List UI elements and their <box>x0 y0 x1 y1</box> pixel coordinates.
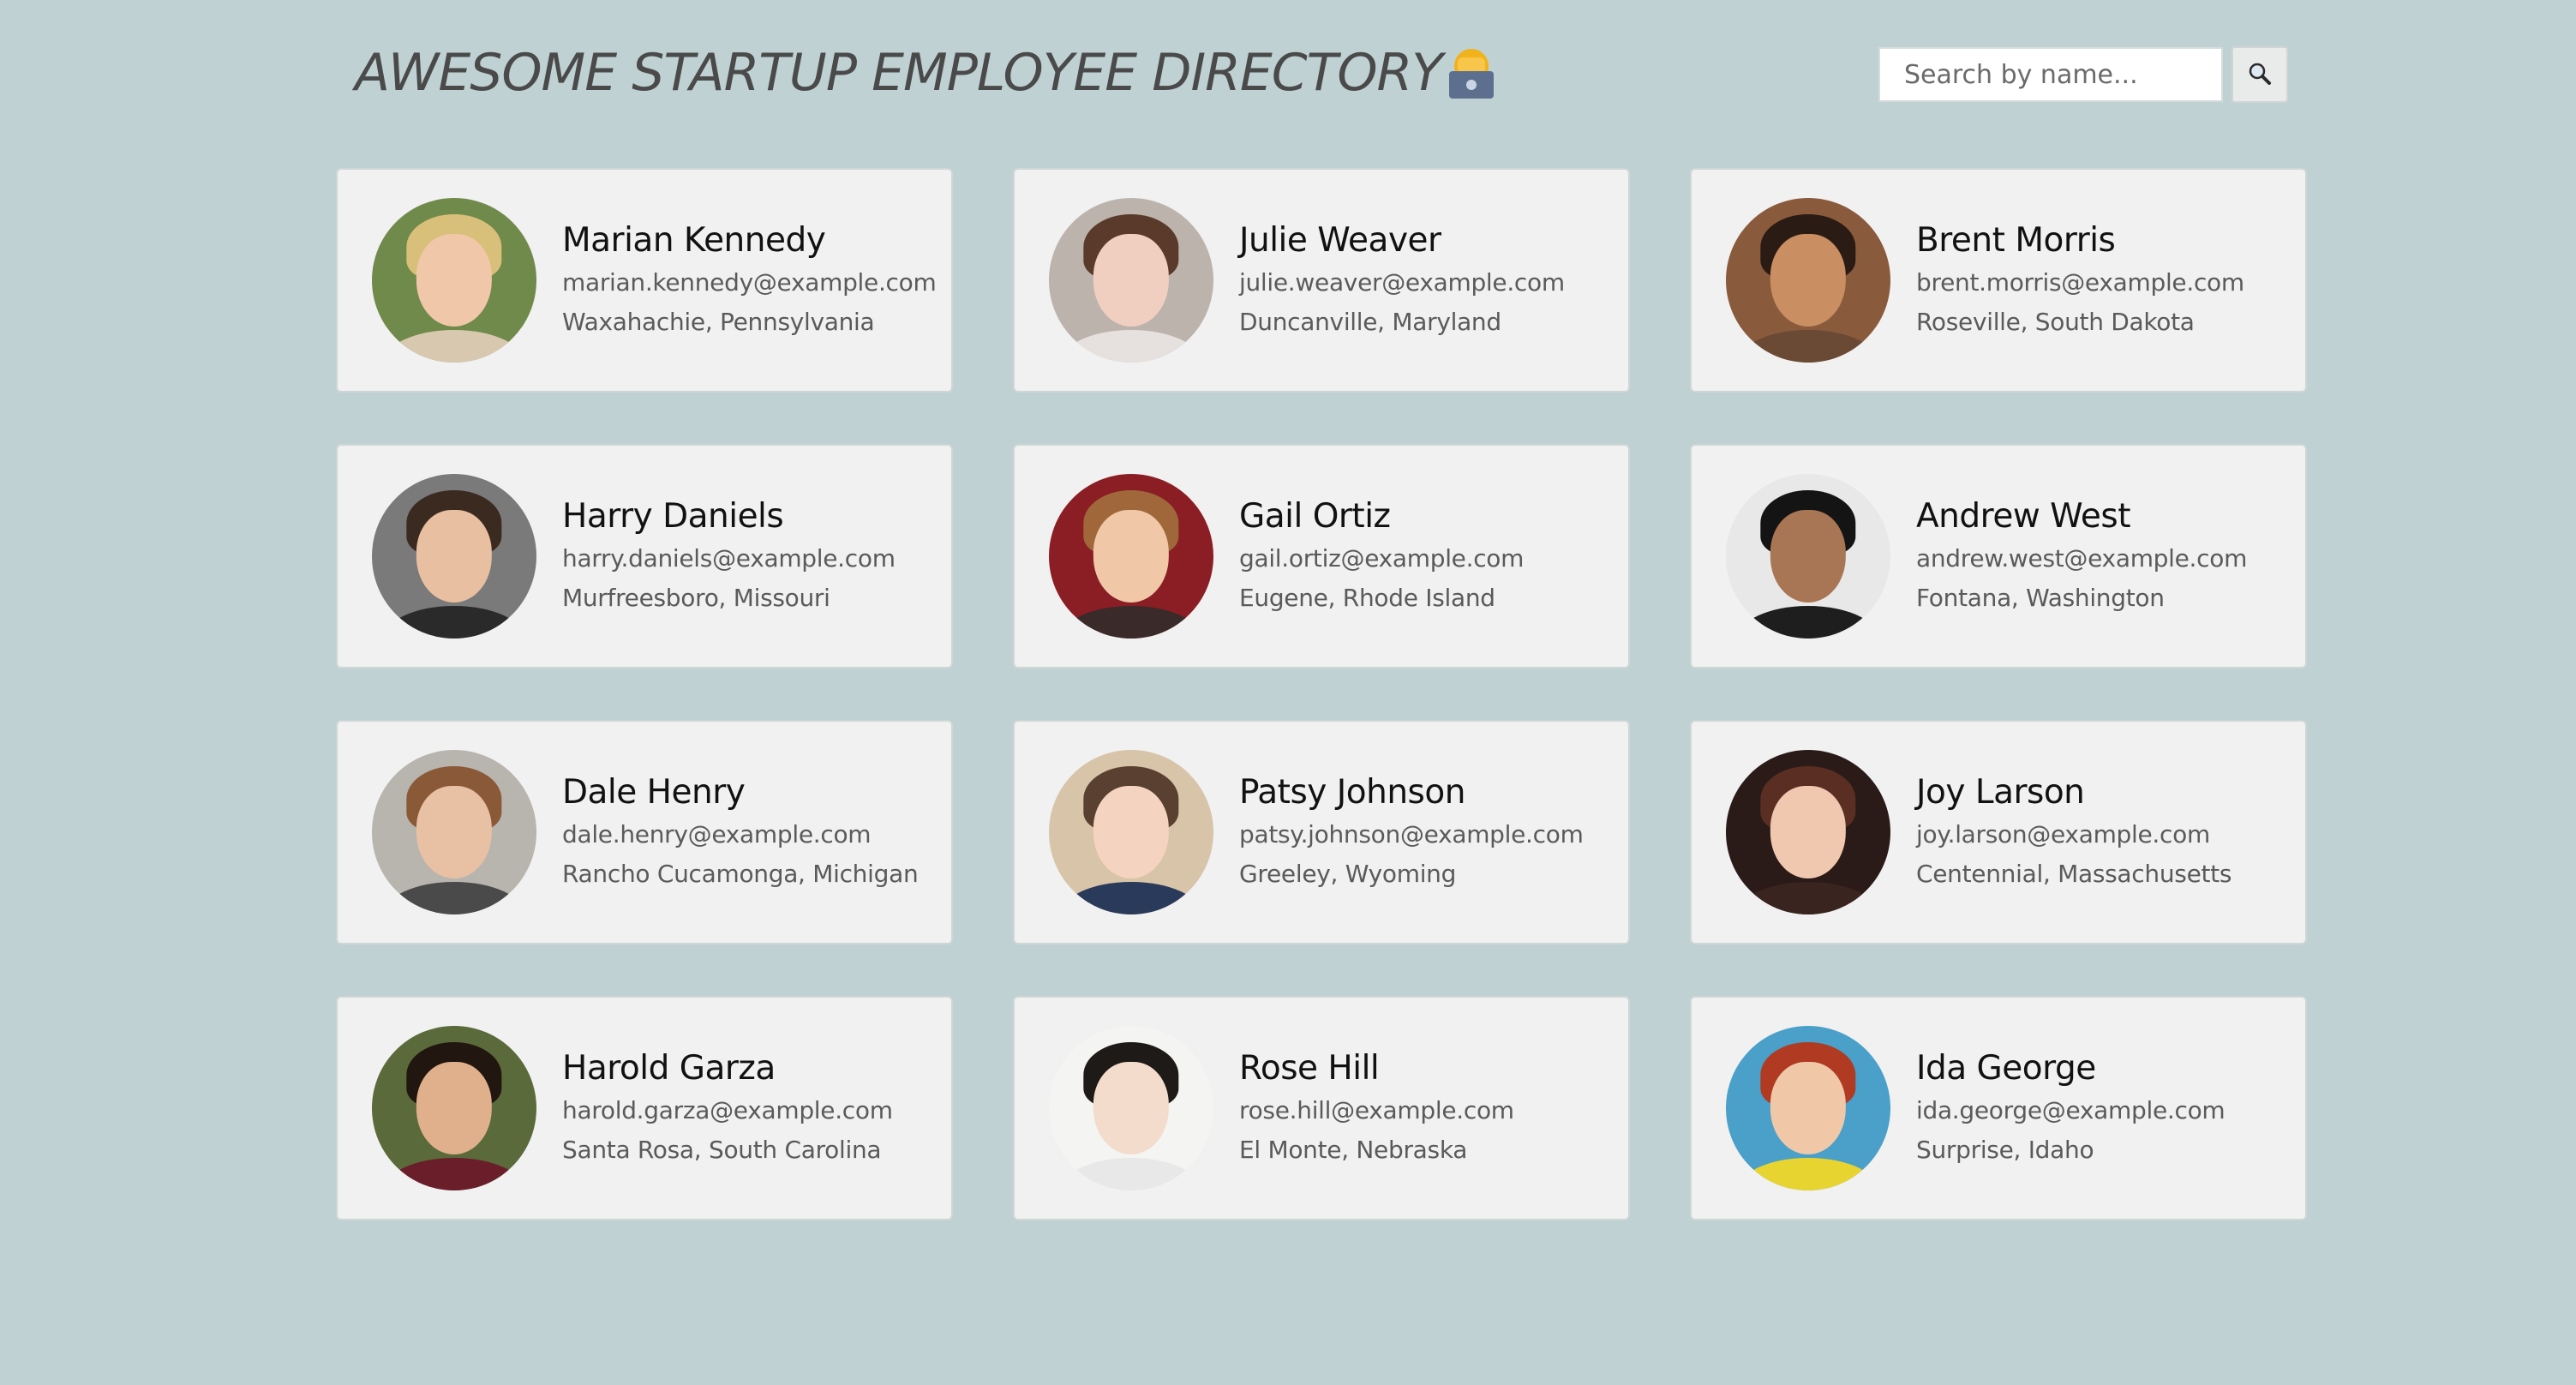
avatar <box>1726 474 1890 639</box>
employee-name: Rose Hill <box>1239 1049 1380 1088</box>
avatar <box>1726 198 1890 363</box>
employee-card[interactable]: Harold Garza harold.garza@example.com Sant… <box>336 996 953 1220</box>
employee-gallery: Marian Kennedy marian.kennedy@example.com… <box>336 168 2307 1220</box>
employee-card[interactable]: Gail Ortiz gail.ortiz@example.com Eugene, … <box>1013 444 1630 669</box>
avatar <box>1049 750 1213 914</box>
avatar <box>1049 474 1213 639</box>
header: AWESOME STARTUP EMPLOYEE DIRECTORY <box>0 0 2576 154</box>
employee-card[interactable]: Patsy Johnson patsy.johnson@example.com Gr… <box>1013 720 1630 944</box>
employee-name: Joy Larson <box>1916 773 2085 812</box>
employee-location: Waxahachie, Pennsylvania <box>562 308 875 336</box>
employee-email: julie.weaver@example.com <box>1239 268 1565 297</box>
search-input[interactable] <box>1878 47 2223 102</box>
avatar <box>1726 750 1890 914</box>
employee-location: Rancho Cucamonga, Michigan <box>562 860 919 888</box>
employee-location: El Monte, Nebraska <box>1239 1136 1468 1164</box>
card-info: Patsy Johnson patsy.johnson@example.com Gr… <box>1239 770 1584 894</box>
card-info: Julie Weaver julie.weaver@example.com Dunc… <box>1239 219 1565 342</box>
employee-name: Harry Daniels <box>562 497 784 536</box>
avatar <box>372 474 536 639</box>
card-info: Harry Daniels harry.daniels@example.com Mu… <box>562 495 896 618</box>
employee-location: Surprise, Idaho <box>1916 1136 2094 1164</box>
search-button[interactable] <box>2232 46 2288 103</box>
avatar <box>1049 1026 1213 1190</box>
card-info: Brent Morris brent.morris@example.com Rose… <box>1916 219 2244 342</box>
employee-location: Centennial, Massachusetts <box>1916 860 2232 888</box>
employee-card[interactable]: Rose Hill rose.hill@example.com El Monte, … <box>1013 996 1630 1220</box>
employee-email: ida.george@example.com <box>1916 1096 2226 1124</box>
card-info: Joy Larson joy.larson@example.com Centenni… <box>1916 770 2232 894</box>
employee-email: gail.ortiz@example.com <box>1239 544 1525 573</box>
employee-card[interactable]: Harry Daniels harry.daniels@example.com Mu… <box>336 444 953 669</box>
employee-name: Andrew West <box>1916 497 2131 536</box>
employee-location: Greeley, Wyoming <box>1239 860 1457 888</box>
employee-card[interactable]: Ida George ida.george@example.com Surprise… <box>1690 996 2307 1220</box>
employee-name: Julie Weaver <box>1239 221 1441 260</box>
employee-email: joy.larson@example.com <box>1916 820 2210 848</box>
technologist-emoji-icon <box>1446 45 1497 100</box>
card-info: Ida George ida.george@example.com Surprise… <box>1916 1046 2226 1170</box>
employee-email: harry.daniels@example.com <box>562 544 896 573</box>
employee-name: Harold Garza <box>562 1049 776 1088</box>
employee-location: Duncanville, Maryland <box>1239 308 1501 336</box>
card-info: Marian Kennedy marian.kennedy@example.com… <box>562 219 937 342</box>
employee-location: Murfreesboro, Missouri <box>562 584 830 612</box>
avatar <box>372 198 536 363</box>
employee-email: rose.hill@example.com <box>1239 1096 1514 1124</box>
employee-name: Marian Kennedy <box>562 221 826 260</box>
page-title: AWESOME STARTUP EMPLOYEE DIRECTORY <box>355 43 1497 103</box>
employee-card[interactable]: Brent Morris brent.morris@example.com Rose… <box>1690 168 2307 393</box>
employee-email: brent.morris@example.com <box>1916 268 2244 297</box>
employee-card[interactable]: Dale Henry dale.henry@example.com Rancho C… <box>336 720 953 944</box>
magnifier-icon <box>2246 60 2273 90</box>
employee-card[interactable]: Marian Kennedy marian.kennedy@example.com… <box>336 168 953 393</box>
avatar <box>372 750 536 914</box>
employee-name: Ida George <box>1916 1049 2096 1088</box>
employee-location: Eugene, Rhode Island <box>1239 584 1495 612</box>
employee-location: Santa Rosa, South Carolina <box>562 1136 882 1164</box>
search-form <box>1878 46 2288 103</box>
employee-name: Dale Henry <box>562 773 746 812</box>
employee-email: harold.garza@example.com <box>562 1096 893 1124</box>
card-info: Rose Hill rose.hill@example.com El Monte, … <box>1239 1046 1514 1170</box>
employee-name: Gail Ortiz <box>1239 497 1391 536</box>
employee-card[interactable]: Andrew West andrew.west@example.com Fontan… <box>1690 444 2307 669</box>
employee-name: Patsy Johnson <box>1239 773 1465 812</box>
employee-card[interactable]: Joy Larson joy.larson@example.com Centenni… <box>1690 720 2307 944</box>
card-info: Harold Garza harold.garza@example.com Sant… <box>562 1046 893 1170</box>
employee-name: Brent Morris <box>1916 221 2116 260</box>
card-info: Dale Henry dale.henry@example.com Rancho C… <box>562 770 919 894</box>
page-title-text: AWESOME STARTUP EMPLOYEE DIRECTORY <box>355 43 1443 103</box>
employee-email: patsy.johnson@example.com <box>1239 820 1584 848</box>
avatar <box>1049 198 1213 363</box>
card-info: Gail Ortiz gail.ortiz@example.com Eugene, … <box>1239 495 1524 618</box>
employee-email: marian.kennedy@example.com <box>562 268 937 297</box>
employee-card[interactable]: Julie Weaver julie.weaver@example.com Dunc… <box>1013 168 1630 393</box>
employee-location: Fontana, Washington <box>1916 584 2165 612</box>
avatar <box>1726 1026 1890 1190</box>
avatar <box>372 1026 536 1190</box>
employee-location: Roseville, South Dakota <box>1916 308 2195 336</box>
employee-email: andrew.west@example.com <box>1916 544 2248 573</box>
employee-email: dale.henry@example.com <box>562 820 872 848</box>
card-info: Andrew West andrew.west@example.com Fontan… <box>1916 495 2247 618</box>
